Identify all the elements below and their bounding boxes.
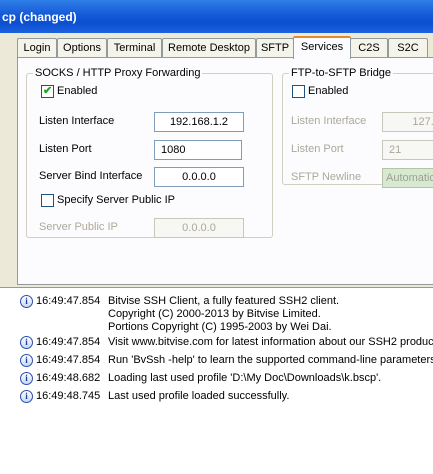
- tab-sftp[interactable]: SFTP: [256, 38, 294, 57]
- tab-remote-desktop[interactable]: Remote Desktop: [162, 38, 256, 57]
- proxy-forwarding-group: SOCKS / HTTP Proxy Forwarding ✔ Enabled …: [26, 67, 273, 238]
- server-public-ip-field: 0.0.0.0: [154, 218, 244, 238]
- log-message: Run 'BvSsh -help' to learn the supported…: [108, 354, 433, 366]
- ftp-listen-interface-label: Listen Interface: [291, 115, 367, 127]
- log-time: 16:49:47.854: [36, 354, 101, 366]
- log-message-continued: Copyright (C) 2000-2013 by Bitvise Limit…: [108, 308, 321, 320]
- tab-control: Login Options Terminal Remote Desktop SF…: [0, 33, 433, 285]
- specify-public-ip-checkbox[interactable]: [41, 194, 54, 207]
- tab-services[interactable]: Services: [293, 36, 351, 59]
- server-bind-interface-field[interactable]: 0.0.0.0: [154, 167, 244, 187]
- proxy-listen-interface-label: Listen Interface: [39, 115, 115, 127]
- tab-s2c[interactable]: S2C: [388, 38, 428, 57]
- tab-options[interactable]: Options: [57, 38, 107, 57]
- info-icon: i: [20, 390, 33, 403]
- ftp-bridge-enabled-label: Enabled: [308, 85, 349, 97]
- server-public-ip-label: Server Public IP: [39, 221, 118, 233]
- specify-public-ip-label: Specify Server Public IP: [57, 194, 175, 206]
- proxy-listen-port-field[interactable]: 1080: [154, 140, 242, 160]
- info-icon: i: [20, 372, 33, 385]
- info-icon: i: [20, 354, 33, 367]
- proxy-listen-interface-field[interactable]: 192.168.1.2: [154, 112, 244, 132]
- window-title: cp (changed): [2, 10, 77, 24]
- ftp-listen-interface-field: 127.0.: [382, 112, 433, 132]
- info-icon: i: [20, 295, 33, 308]
- log-time: 16:49:48.682: [36, 372, 101, 384]
- log-time: 16:49:47.854: [36, 336, 101, 348]
- sftp-newline-dropdown: Automatic: [382, 168, 433, 188]
- proxy-listen-port-label: Listen Port: [39, 143, 92, 155]
- ftp-bridge-group-title: FTP-to-SFTP Bridge: [289, 67, 394, 79]
- log-message: Loading last used profile 'D:\My Doc\Dow…: [108, 372, 382, 384]
- checkmark-icon: ✔: [43, 85, 53, 97]
- info-icon: i: [20, 336, 33, 349]
- sftp-newline-label: SFTP Newline: [291, 171, 362, 183]
- ftp-bridge-enabled-checkbox[interactable]: [292, 85, 305, 98]
- log-time: 16:49:47.854: [36, 295, 101, 307]
- log-message-continued: Portions Copyright (C) 1995-2003 by Wei …: [108, 321, 332, 333]
- log-time: 16:49:48.745: [36, 390, 101, 402]
- log-message: Bitvise SSH Client, a fully featured SSH…: [108, 295, 340, 307]
- proxy-enabled-label: Enabled: [57, 85, 98, 97]
- log-message: Visit www.bitvise.com for latest informa…: [108, 336, 433, 348]
- ftp-listen-port-label: Listen Port: [291, 143, 344, 155]
- ftp-bridge-group: FTP-to-SFTP Bridge Enabled Listen Interf…: [282, 67, 433, 188]
- log-pane[interactable]: i 16:49:47.854 Bitvise SSH Client, a ful…: [0, 287, 433, 474]
- proxy-group-title: SOCKS / HTTP Proxy Forwarding: [33, 67, 203, 79]
- services-panel: SOCKS / HTTP Proxy Forwarding ✔ Enabled …: [17, 57, 433, 285]
- server-bind-interface-label: Server Bind Interface: [39, 170, 143, 182]
- log-message: Last used profile loaded successfully.: [108, 390, 290, 402]
- tab-c2s[interactable]: C2S: [350, 38, 388, 57]
- ftp-listen-port-field: 21: [382, 140, 433, 160]
- window-titlebar: cp (changed): [0, 0, 433, 33]
- tab-login[interactable]: Login: [17, 38, 57, 57]
- proxy-enabled-checkbox[interactable]: ✔: [41, 85, 54, 98]
- tab-terminal[interactable]: Terminal: [107, 38, 162, 57]
